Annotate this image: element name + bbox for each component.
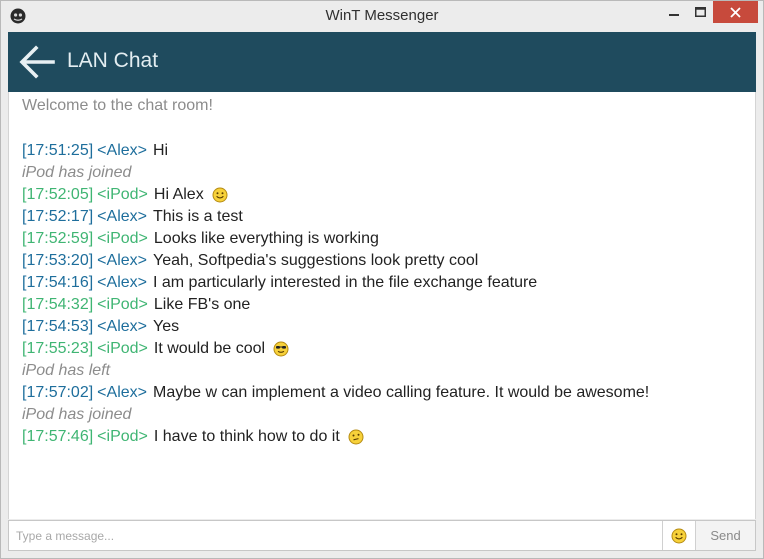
message-text: Hi [152, 142, 169, 159]
message-sender: <iPod> [97, 428, 148, 445]
chat-message: [17:53:20] <Alex> Yeah, Softpedia's sugges… [22, 250, 649, 272]
chat-header: LAN Chat [8, 32, 756, 92]
message-timestamp: [17:52:59] [22, 230, 94, 247]
smile-emoji-icon [212, 187, 228, 203]
system-event: iPod has joined [22, 164, 132, 181]
chat-message: [17:57:02] <Alex> Maybe w can implement a … [22, 382, 649, 404]
message-text: This is a test [152, 208, 243, 225]
message-text: Yes [152, 318, 180, 335]
message-text: Maybe w can implement a video calling fe… [152, 384, 650, 401]
message-text: Looks like everything is working [153, 230, 379, 247]
title-bar[interactable]: WinT Messenger [1, 1, 763, 31]
message-timestamp: [17:52:17] [22, 208, 94, 225]
maximize-button[interactable] [685, 1, 715, 23]
message-sender: <Alex> [97, 274, 147, 291]
message-text: It would be cool [153, 340, 266, 357]
system-event: iPod has joined [22, 406, 132, 423]
chat-log[interactable]: Welcome to the chat room! [17:51:25] <Ale… [8, 92, 756, 519]
message-timestamp: [17:57:02] [22, 384, 94, 401]
chat-message: [17:55:23] <iPod> It would be cool [22, 338, 649, 360]
message-timestamp: [17:57:46] [22, 428, 94, 445]
message-sender: <iPod> [97, 340, 148, 357]
app-window: WinT Messenger LAN Chat Welcome to the c… [0, 0, 764, 559]
chat-message: [17:54:16] <Alex> I am particularly intere… [22, 272, 649, 294]
message-sender: <Alex> [97, 318, 147, 335]
message-sender: <Alex> [97, 252, 147, 269]
smiley-icon [671, 528, 687, 543]
back-arrow-icon[interactable] [19, 45, 55, 79]
message-sender: <iPod> [97, 230, 148, 247]
emoji-button[interactable] [662, 521, 695, 550]
minimize-icon [669, 14, 679, 16]
message-timestamp: [17:53:20] [22, 252, 94, 269]
system-event: iPod has left [22, 362, 111, 379]
message-timestamp: [17:54:16] [22, 274, 94, 291]
message-sender: <Alex> [97, 384, 147, 401]
close-icon [730, 6, 741, 18]
close-button[interactable] [713, 1, 758, 23]
message-text: Like FB's one [153, 296, 251, 313]
message-sender: <Alex> [97, 208, 147, 225]
send-button[interactable]: Send [695, 521, 755, 550]
chat-message: [17:52:59] <iPod> Looks like everything is… [22, 228, 649, 250]
message-timestamp: [17:54:32] [22, 296, 94, 313]
chat-message: [17:51:25] <Alex> Hi [22, 140, 649, 162]
message-text: I am particularly interested in the file… [152, 274, 538, 291]
message-text: Hi Alex [153, 186, 204, 203]
input-bar: Send [8, 520, 756, 551]
thinking-emoji-icon [348, 429, 364, 445]
chat-message: [17:52:17] <Alex> This is a test [22, 206, 649, 228]
message-timestamp: [17:52:05] [22, 186, 94, 203]
message-sender: <iPod> [97, 296, 148, 313]
message-sender: <iPod> [97, 186, 148, 203]
message-sender: <Alex> [97, 142, 147, 159]
message-timestamp: [17:54:53] [22, 318, 94, 335]
sunglasses-emoji-icon [273, 341, 289, 357]
welcome-message: Welcome to the chat room! [22, 97, 213, 114]
message-timestamp: [17:55:23] [22, 340, 94, 357]
message-input[interactable] [12, 523, 660, 548]
message-timestamp: [17:51:25] [22, 142, 94, 159]
chat-message: [17:54:32] <iPod> Like FB's one [22, 294, 649, 316]
message-list: [17:51:25] <Alex> Hi iPod has joined [17:52:… [22, 140, 649, 448]
page-title: LAN Chat [67, 49, 159, 72]
maximize-icon [694, 7, 706, 17]
message-text: Yeah, Softpedia's suggestions look prett… [152, 252, 479, 269]
message-text: I have to think how to do it [153, 428, 340, 445]
chat-message: [17:52:05] <iPod> Hi Alex [22, 184, 649, 206]
chat-message: [17:57:46] <iPod> I have to think how to d… [22, 426, 649, 448]
window-title: WinT Messenger [325, 7, 439, 24]
chat-message: [17:54:53] <Alex> Yes [22, 316, 649, 338]
